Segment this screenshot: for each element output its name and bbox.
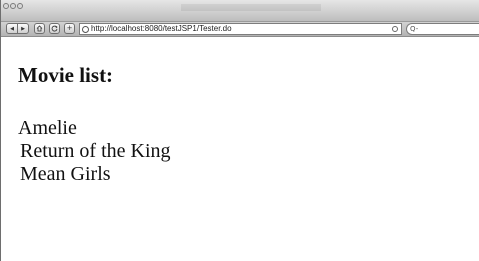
home-icon: [36, 25, 43, 32]
plus-icon: +: [66, 24, 73, 32]
window-title-area: [181, 4, 321, 11]
movie-item: Amelie: [18, 117, 77, 139]
reload-icon: [51, 25, 58, 32]
zoom-window-button[interactable]: [17, 3, 23, 9]
url-text: http://localhost:8080/testJSP1/Tester.do: [91, 24, 232, 33]
minimize-window-button[interactable]: [10, 3, 16, 9]
browser-window: ◀ ▶ + http://localhost:8080/testJSP1/Tes…: [0, 0, 479, 261]
forward-button[interactable]: ▶: [17, 23, 29, 34]
movie-item: Return of the King: [20, 140, 171, 162]
add-bookmark-button[interactable]: +: [64, 23, 75, 34]
search-icon: Q-: [410, 25, 419, 33]
search-input[interactable]: Q-: [406, 23, 479, 35]
url-reload-icon[interactable]: [392, 26, 398, 32]
address-bar[interactable]: http://localhost:8080/testJSP1/Tester.do: [79, 23, 402, 35]
reload-button[interactable]: [49, 23, 60, 34]
page-icon: [82, 25, 89, 33]
movie-item: Mean Girls: [20, 163, 111, 185]
home-button[interactable]: [34, 23, 45, 34]
browser-toolbar: ◀ ▶ + http://localhost:8080/testJSP1/Tes…: [1, 22, 479, 37]
forward-arrow-icon: ▶: [21, 26, 25, 32]
close-window-button[interactable]: [3, 3, 9, 9]
page-content: Movie list: Amelie Return of the King Me…: [1, 37, 479, 261]
title-bar[interactable]: [1, 0, 479, 22]
back-arrow-icon: ◀: [10, 26, 14, 32]
page-title: Movie list:: [18, 63, 114, 87]
